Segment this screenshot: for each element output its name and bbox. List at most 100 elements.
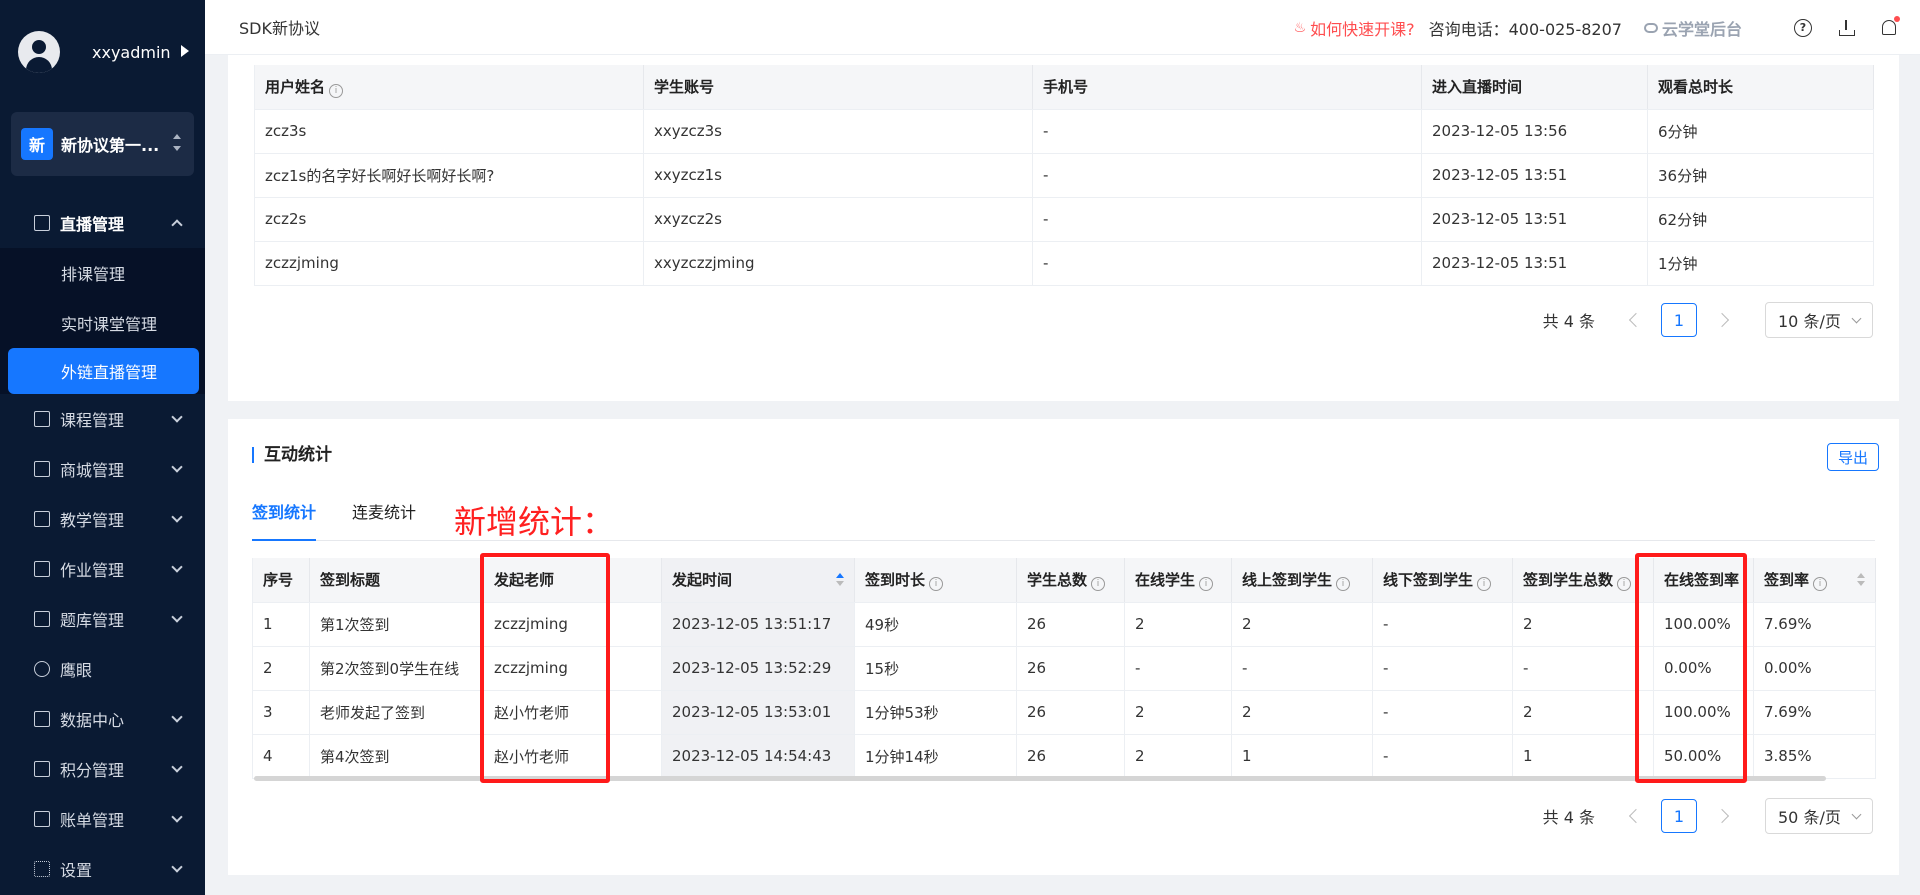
export-button[interactable]: 导出: [1827, 443, 1879, 471]
question-bank-icon: [34, 611, 50, 627]
brand-label: 云学堂后台: [1661, 19, 1742, 39]
column-header-username: 用户姓名 i: [254, 65, 644, 110]
info-icon[interactable]: i: [1477, 576, 1492, 591]
table-cell: 2: [1231, 602, 1373, 647]
table-cell: zcz2s: [254, 197, 644, 242]
chevron-right-icon[interactable]: [1714, 808, 1730, 824]
sidebar-item-shop[interactable]: 商城管理: [0, 444, 205, 494]
table-cell: 15秒: [854, 646, 1017, 691]
chevron-down-icon: [171, 611, 183, 623]
page-title: SDK新协议: [239, 19, 320, 38]
watch-records-card: 用户姓名 i 学生账号 手机号 进入直播时间 观看总时长 zcz3s xxyzcz…: [228, 55, 1899, 401]
help-icon[interactable]: ?: [1794, 18, 1812, 37]
highlight-box-online-rate: [1635, 553, 1747, 783]
table-cell: 1: [252, 602, 310, 647]
info-icon[interactable]: i: [329, 83, 344, 98]
info-icon[interactable]: i: [929, 576, 944, 591]
column-header-index: 序号: [252, 558, 310, 603]
eye-icon: [34, 661, 50, 677]
page-size-select[interactable]: 50 条/页: [1765, 798, 1873, 834]
column-label: 在线学生: [1135, 570, 1196, 589]
page-number[interactable]: 1: [1661, 303, 1697, 337]
sidebar-item-realtime-class[interactable]: 实时课堂管理: [0, 298, 205, 348]
column-header-sign-rate[interactable]: 签到率 i: [1753, 558, 1876, 603]
table-cell: 49秒: [854, 602, 1017, 647]
table-cell: 2: [1512, 602, 1654, 647]
sidebar-item-teaching[interactable]: 教学管理: [0, 494, 205, 544]
book-icon: [34, 411, 50, 427]
avatar: [18, 31, 60, 73]
quick-start-link[interactable]: 如何快速开课?: [1310, 16, 1415, 40]
sidebar-menu: 直播管理 排课管理 实时课堂管理 外链直播管理 课程管理 商城管理 教学管理 作…: [0, 198, 205, 894]
column-label: 线下签到学生: [1383, 570, 1474, 589]
table-cell: -: [1372, 734, 1513, 779]
sidebar-item-data-center[interactable]: 数据中心: [0, 694, 205, 744]
table-cell: 4: [252, 734, 310, 779]
notification-dot: [1894, 16, 1900, 22]
tab-mic-link-stats[interactable]: 连麦统计: [352, 499, 416, 541]
table-cell: 第4次签到: [309, 734, 484, 779]
fire-icon: ♨: [1293, 19, 1307, 36]
sidebar-item-course[interactable]: 课程管理: [0, 394, 205, 444]
watch-records-table: 用户姓名 i 学生账号 手机号 进入直播时间 观看总时长 zcz3s xxyzcz…: [254, 65, 1874, 286]
highlight-box-teacher: [480, 553, 610, 783]
brand-logo[interactable]: 云学堂后台: [1643, 16, 1742, 40]
info-icon[interactable]: i: [1091, 576, 1106, 591]
star-icon: [34, 761, 50, 777]
page-size-select[interactable]: 10 条/页: [1765, 302, 1873, 338]
sidebar-item-external-live[interactable]: 外链直播管理: [8, 348, 199, 394]
chevron-down-icon: [171, 761, 183, 773]
column-header-signed-total: 签到学生总数 i: [1512, 558, 1654, 603]
page-size-value: 10 条/页: [1778, 312, 1841, 331]
table-cell: zcz3s: [254, 109, 644, 154]
column-header-start-time[interactable]: 发起时间: [661, 558, 855, 603]
sidebar-item-settings[interactable]: 设置: [0, 844, 205, 894]
app-switcher[interactable]: 新 新协议第一...: [11, 112, 194, 176]
table-cell: -: [1372, 602, 1513, 647]
table-cell: -: [1124, 646, 1232, 691]
bell-icon[interactable]: [1882, 16, 1900, 35]
sidebar-item-label: 商城管理: [60, 461, 125, 480]
table-cell: xxyzcz3s: [643, 109, 1033, 154]
sidebar-item-homework[interactable]: 作业管理: [0, 544, 205, 594]
table-cell: -: [1231, 646, 1373, 691]
info-icon[interactable]: i: [1617, 576, 1632, 591]
homework-icon: [34, 561, 50, 577]
bill-icon: [34, 811, 50, 827]
table-cell: 26: [1016, 602, 1125, 647]
info-icon[interactable]: i: [1336, 576, 1351, 591]
user-menu[interactable]: xxyadmin: [0, 0, 205, 104]
table-cell: -: [1372, 690, 1513, 735]
sidebar-item-label: 直播管理: [60, 215, 125, 234]
table-cell: 7.69%: [1753, 602, 1876, 647]
chevron-left-icon[interactable]: [1628, 312, 1644, 328]
sidebar-item-points[interactable]: 积分管理: [0, 744, 205, 794]
pagination-total: 共 4 条: [1542, 312, 1595, 331]
info-icon[interactable]: i: [1199, 576, 1214, 591]
page-scrollbar[interactable]: [1899, 55, 1920, 895]
tab-sign-in-stats[interactable]: 签到统计: [252, 499, 317, 541]
info-icon[interactable]: i: [1813, 576, 1828, 591]
section-title: 互动统计: [252, 447, 332, 464]
table-cell: -: [1512, 646, 1654, 691]
page-number[interactable]: 1: [1661, 799, 1697, 833]
sort-icon[interactable]: [1857, 573, 1865, 587]
sort-icon[interactable]: [836, 573, 844, 587]
column-header-online-students: 在线学生 i: [1124, 558, 1232, 603]
column-label: 线上签到学生: [1242, 570, 1333, 589]
sidebar-item-label: 题库管理: [60, 611, 125, 630]
sidebar-item-bills[interactable]: 账单管理: [0, 794, 205, 844]
download-icon[interactable]: [1838, 19, 1856, 37]
sidebar-item-schedule[interactable]: 排课管理: [0, 248, 205, 298]
chevron-right-icon[interactable]: [1714, 312, 1730, 328]
column-header-sign-title: 签到标题: [309, 558, 484, 603]
sidebar-item-eagle-eye[interactable]: 鹰眼: [0, 644, 205, 694]
column-header-account: 学生账号: [643, 65, 1033, 110]
table-cell: 2023-12-05 13:51: [1421, 241, 1648, 286]
sidebar-item-live[interactable]: 直播管理: [0, 198, 205, 248]
page-size-value: 50 条/页: [1778, 808, 1841, 827]
sidebar-item-question-bank[interactable]: 题库管理: [0, 594, 205, 644]
chevron-left-icon[interactable]: [1628, 808, 1644, 824]
table-cell: xxyzczzjming: [643, 241, 1033, 286]
teach-icon: [34, 511, 50, 527]
